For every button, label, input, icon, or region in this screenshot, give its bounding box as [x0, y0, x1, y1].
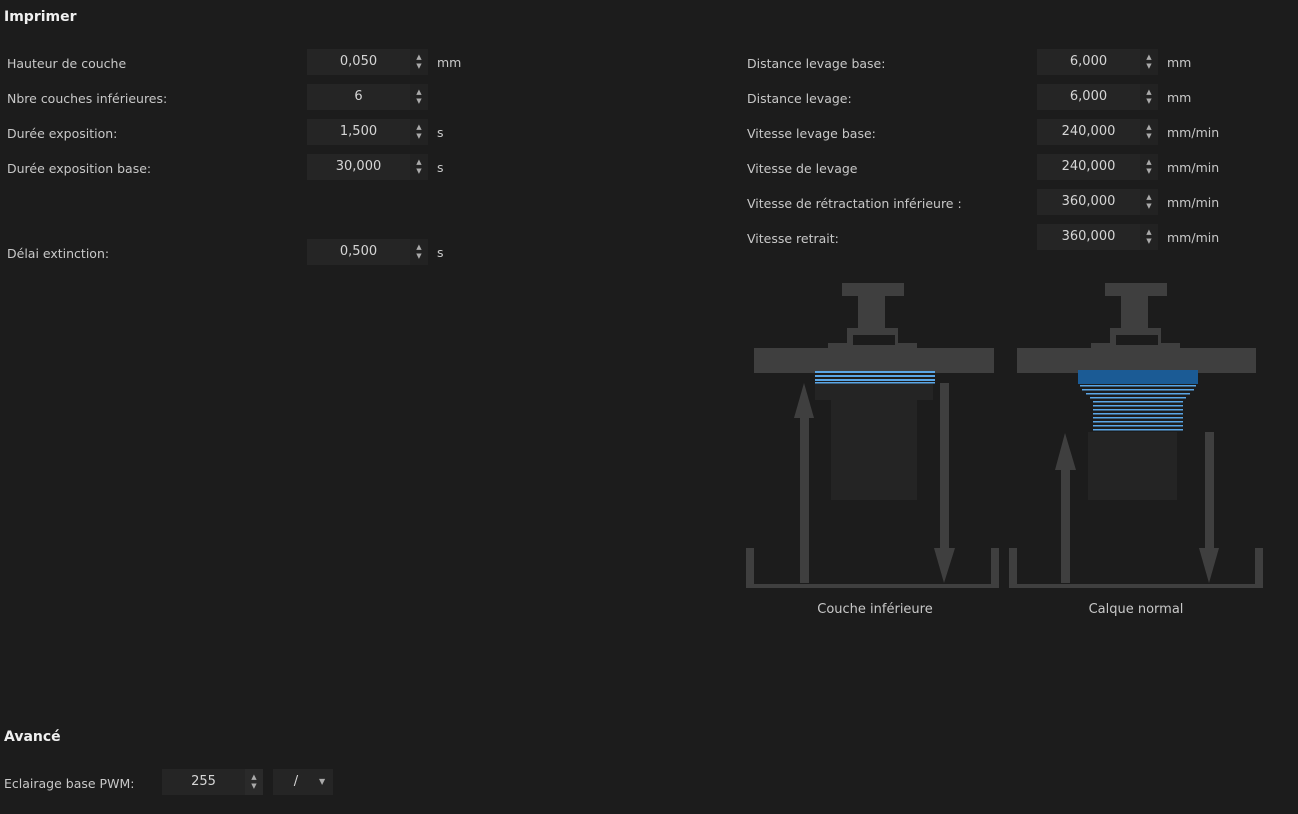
part	[1088, 432, 1177, 500]
bottom-layer-caption: Couche inférieure	[817, 602, 933, 617]
up-arrow	[800, 405, 809, 583]
vat	[746, 584, 999, 588]
field-label: Eclairage base PWM:	[4, 776, 135, 791]
unit-select[interactable]: / ▼	[273, 769, 333, 795]
build-platform	[754, 348, 994, 373]
up-arrow	[1061, 458, 1070, 583]
part	[831, 383, 917, 500]
section-title-advanced: Avancé	[4, 729, 61, 745]
bottom-layer-illustration	[746, 283, 999, 588]
unit-select-value[interactable]: /	[273, 769, 319, 795]
down-arrow	[940, 383, 949, 553]
pwm-spinbox[interactable]: 255 ▲ ▼	[162, 769, 263, 795]
build-platform	[1017, 348, 1256, 373]
down-arrow	[1205, 432, 1214, 552]
spinbox-value[interactable]: 255	[162, 769, 245, 795]
normal-layer-caption: Calque normal	[1088, 602, 1184, 617]
normal-layer-illustration	[1009, 283, 1263, 588]
chevron-down-icon[interactable]: ▼	[319, 769, 325, 795]
spin-arrows-icon[interactable]: ▲ ▼	[245, 769, 263, 795]
vat	[1009, 584, 1263, 588]
lift-diagram	[746, 283, 1263, 588]
